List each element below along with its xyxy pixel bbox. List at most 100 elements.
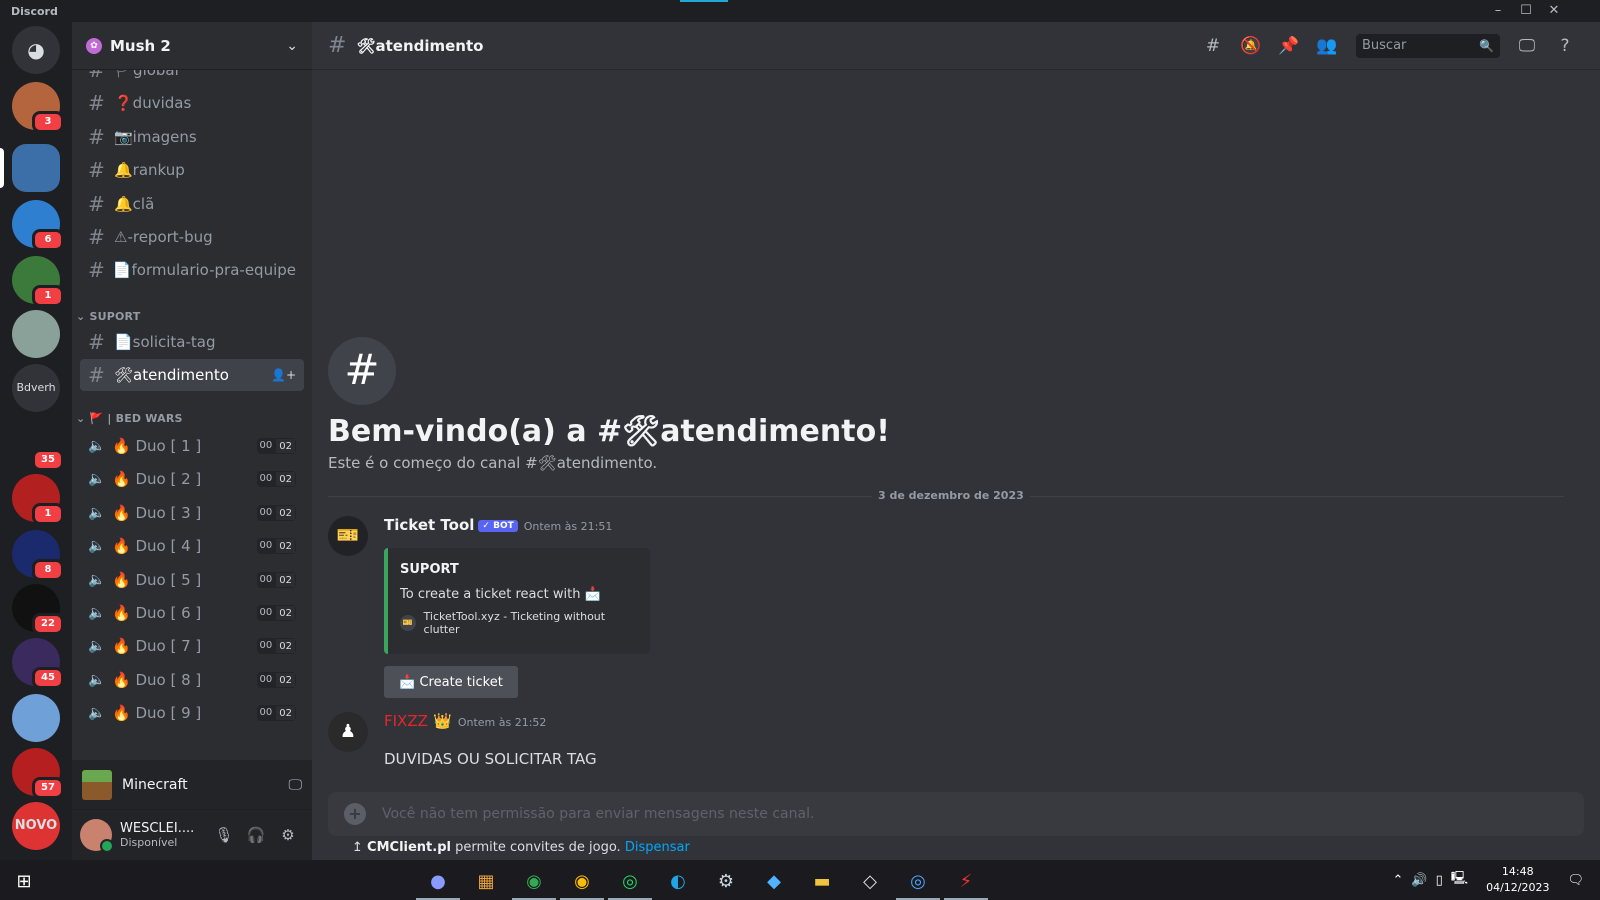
search-placeholder: Buscar — [1362, 38, 1407, 53]
user-info[interactable]: WESCLEI.... Disponível — [120, 821, 208, 849]
search-input[interactable]: Buscar 🔍 — [1356, 33, 1500, 58]
network-icon[interactable]: 🖳 — [1451, 869, 1468, 891]
server-icon-server-5[interactable] — [12, 310, 60, 358]
roblox-taskbar-icon[interactable]: ◇ — [848, 864, 892, 900]
channel-item[interactable]: # 🛠atendimento 👤+ — [80, 359, 304, 392]
channel-item[interactable]: # ⚠-report-bug — [80, 221, 304, 253]
volume-icon[interactable]: 🔊 — [1411, 873, 1427, 888]
mention-badge: 1 — [32, 503, 64, 525]
microphone-icon[interactable]: 🎙 — [208, 826, 240, 844]
invite-app-name: CMClient.pl — [367, 840, 451, 855]
speaker-icon: 🔈 — [88, 438, 106, 454]
voice-channel-item[interactable]: 🔈 🔥 Duo [ 8 ] 00 02 — [80, 664, 304, 696]
start-menu-icon[interactable]: ⊞ — [2, 864, 46, 900]
mention-badge: 22 — [32, 613, 64, 635]
steam-taskbar-icon[interactable]: ⚙ — [704, 864, 748, 900]
close-button[interactable]: ✕ — [1544, 2, 1564, 20]
server-icon-server-9[interactable]: 8 — [12, 530, 64, 581]
user-limit: 00 02 — [256, 705, 296, 722]
chevron-up-icon[interactable]: ⌃ — [1392, 873, 1403, 888]
members-icon[interactable]: 👥 — [1315, 34, 1339, 58]
channel-item[interactable]: # 📄solicita-tag — [80, 326, 304, 358]
app-2-taskbar-icon[interactable]: ◎ — [896, 864, 940, 900]
channel-list: # 🏳global # ❓duvidas # 📷imagens # 🔔rankup # 🔔clã #… — [72, 70, 312, 780]
welcome-subtitle: Este é o começo do canal #🛠atendimento. — [328, 454, 658, 472]
discord-home-icon[interactable]: ◕ — [12, 26, 60, 74]
voice-channel-item[interactable]: 🔈 🔥 Duo [ 2 ] 00 02 — [80, 463, 304, 495]
server-icon-mush[interactable] — [0, 144, 60, 192]
user-count: 00 — [256, 571, 276, 588]
server-icon-novo[interactable]: NOVO — [12, 802, 60, 850]
user-limit-max: 02 — [275, 438, 296, 454]
notifications-icon[interactable]: 🗨 — [1567, 873, 1584, 888]
voice-channel-item[interactable]: 🔈 🔥 Duo [ 5 ] 00 02 — [80, 564, 304, 596]
user-count: 00 — [256, 705, 276, 722]
hash-icon: # — [88, 363, 105, 388]
server-icon-hv[interactable]: 1 — [12, 474, 64, 525]
guild-header[interactable]: ✿ Mush 2 ⌄ — [72, 22, 312, 70]
screen-share-icon[interactable]: 🖵 — [289, 777, 303, 793]
server-icon-server-12[interactable] — [12, 694, 60, 742]
voice-channel-item[interactable]: 🔈 🔥 Duo [ 4 ] 00 02 — [80, 530, 304, 562]
channel-item[interactable]: # 🔔rankup — [80, 154, 304, 186]
chrome-profile-taskbar-icon[interactable]: ◉ — [560, 864, 604, 900]
voice-channel-item[interactable]: 🔈 🔥 Duo [ 7 ] 00 02 — [80, 630, 304, 662]
taskbar-clock[interactable]: 14:48 04/12/2023 — [1486, 864, 1549, 896]
file-explorer-taskbar-icon[interactable]: ▬ — [800, 864, 844, 900]
ticket-tool-avatar[interactable]: 🎫 — [328, 516, 368, 556]
device-icon[interactable]: ▯ — [1436, 873, 1443, 888]
voice-channel-item[interactable]: 🔈 🔥 Duo [ 9 ] 00 02 — [80, 697, 304, 729]
notifications-muted-icon[interactable]: 🔕 — [1239, 34, 1263, 58]
create-invite-icon[interactable]: 👤+ — [271, 368, 296, 382]
server-icon-server-11[interactable]: 45 — [12, 638, 64, 689]
channel-item[interactable]: # 🔔clã — [80, 188, 304, 220]
voice-channel-name: 🔥 Duo [ 9 ] — [112, 704, 202, 723]
threads-icon[interactable]: # — [1201, 34, 1225, 58]
discord-taskbar-icon[interactable]: ● — [416, 864, 460, 900]
speaker-icon: 🔈 — [88, 504, 106, 521]
create-ticket-button[interactable]: 📩 Create ticket — [384, 666, 518, 698]
chrome-taskbar-icon[interactable]: ◉ — [512, 864, 556, 900]
mention-badge: 3 — [32, 111, 64, 133]
inbox-icon[interactable]: 🖵 — [1515, 34, 1539, 58]
server-icon-bdverh[interactable]: Bdverh — [12, 364, 60, 412]
message-author[interactable]: Ticket Tool — [384, 516, 474, 534]
voice-channel-name: 🔥 Duo [ 5 ] — [112, 570, 202, 589]
channel-title: 🛠atendimento — [356, 36, 484, 55]
headphones-icon[interactable]: 🎧 — [240, 826, 272, 844]
help-icon[interactable]: ? — [1553, 34, 1577, 58]
activity-panel[interactable]: Minecraft 🖵 — [72, 760, 312, 810]
server-icon-server-10[interactable]: 22 — [12, 584, 64, 635]
channel-item[interactable]: # 📷imagens — [80, 121, 304, 153]
voice-channel-item[interactable]: 🔈 🔥 Duo [ 1 ] 00 02 — [80, 430, 304, 462]
minimize-button[interactable]: – — [1488, 2, 1508, 20]
store-taskbar-icon[interactable]: ▦ — [464, 864, 508, 900]
maximize-button[interactable]: ☐ — [1516, 2, 1536, 20]
edge-taskbar-icon[interactable]: ◐ — [656, 864, 700, 900]
server-icon-server-13[interactable]: 57 — [12, 748, 64, 799]
category-bed-wars[interactable]: ⌄ 🚩 | BED WARS — [76, 412, 183, 425]
app-3-taskbar-icon[interactable]: ⚡ — [944, 864, 988, 900]
server-icon-server-7[interactable]: 35 — [12, 420, 64, 471]
channel-item[interactable]: # 📄formulario-pra-equipe — [80, 254, 304, 286]
message-author[interactable]: FIXZZ — [384, 712, 428, 730]
channel-item[interactable]: # ❓duvidas — [80, 87, 304, 119]
fixzz-avatar[interactable]: ♟ — [328, 712, 368, 752]
chevron-down-icon[interactable]: ⌄ — [286, 38, 298, 54]
channel-sidebar: ✿ Mush 2 ⌄ # 🏳global # ❓duvidas # 📷imagens # 🔔r… — [72, 22, 312, 860]
dismiss-link[interactable]: Dispensar — [625, 840, 690, 855]
server-icon-server-4[interactable]: 1 — [12, 256, 64, 307]
whatsapp-taskbar-icon[interactable]: ◎ — [608, 864, 652, 900]
category-suport[interactable]: ⌄ SUPORT — [76, 310, 140, 323]
server-initials: NOVO — [14, 818, 58, 833]
pin-icon[interactable]: 📌 — [1277, 34, 1301, 58]
server-icon-server-3[interactable]: 6 — [12, 200, 64, 251]
app-taskbar-icon[interactable]: ◆ — [752, 864, 796, 900]
avatar[interactable] — [80, 819, 114, 853]
voice-channel-item[interactable]: 🔈 🔥 Duo [ 6 ] 00 02 — [80, 597, 304, 629]
server-icon-server-1[interactable]: 3 — [12, 82, 64, 133]
gear-icon[interactable]: ⚙ — [272, 826, 304, 844]
channel-item[interactable]: # 🏳global — [80, 70, 304, 86]
voice-channel-item[interactable]: 🔈 🔥 Duo [ 3 ] 00 02 — [80, 497, 304, 529]
message-timestamp: Ontem às 21:51 — [523, 520, 613, 533]
